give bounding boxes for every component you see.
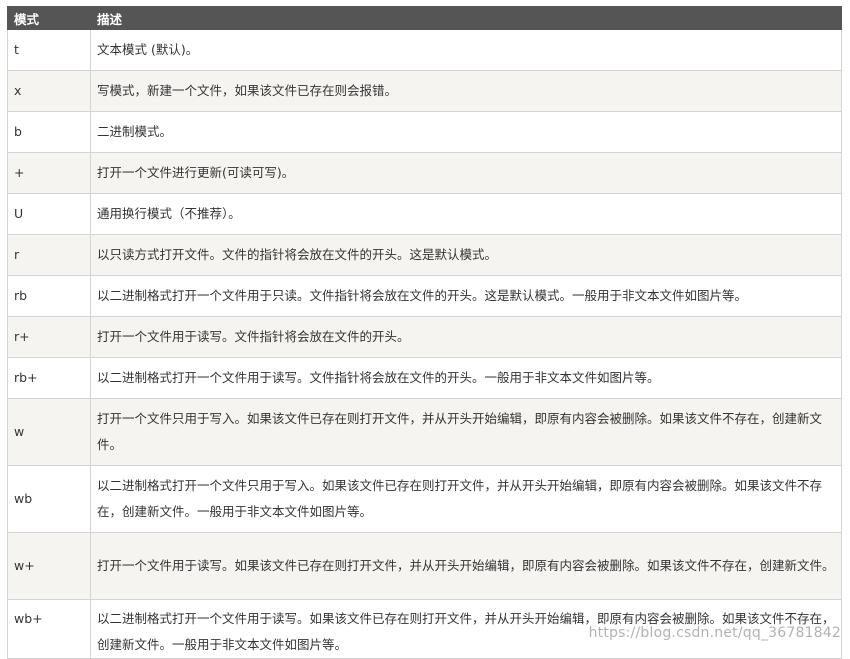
mode-cell: wb+ (7, 599, 91, 659)
description-cell: 二进制模式。 (90, 111, 842, 153)
mode-cell: w (7, 398, 91, 466)
mode-cell: r (7, 234, 91, 276)
description-cell: 打开一个文件只用于写入。如果该文件已存在则打开文件，并从开头开始编辑，即原有内容… (90, 398, 842, 466)
table-row: rb+ 以二进制格式打开一个文件用于读写。文件指针将会放在文件的开头。一般用于非… (7, 357, 842, 399)
table-body: t 文本模式 (默认)。 x 写模式，新建一个文件，如果该文件已存在则会报错。 … (7, 29, 842, 659)
file-mode-table: 模式 描述 t 文本模式 (默认)。 x 写模式，新建一个文件，如果该文件已存在… (7, 6, 842, 659)
description-cell: 打开一个文件进行更新(可读可写)。 (90, 152, 842, 194)
description-cell: 打开一个文件用于读写。文件指针将会放在文件的开头。 (90, 316, 842, 358)
description-cell: 以二进制格式打开一个文件用于只读。文件指针将会放在文件的开头。这是默认模式。一般… (90, 275, 842, 317)
table-row: w+ 打开一个文件用于读写。如果该文件已存在则打开文件，并从开头开始编辑，即原有… (7, 532, 842, 600)
table-row: r 以只读方式打开文件。文件的指针将会放在文件的开头。这是默认模式。 (7, 234, 842, 276)
mode-cell: + (7, 152, 91, 194)
table-row: + 打开一个文件进行更新(可读可写)。 (7, 152, 842, 194)
header-row: 模式 描述 (7, 6, 842, 30)
description-cell: 打开一个文件用于读写。如果该文件已存在则打开文件，并从开头开始编辑，即原有内容会… (90, 532, 842, 600)
table-header: 模式 描述 (7, 6, 842, 30)
description-cell: 以二进制格式打开一个文件只用于写入。如果该文件已存在则打开文件，并从开头开始编辑… (90, 465, 842, 533)
description-cell: 通用换行模式（不推荐）。 (90, 193, 842, 235)
description-cell: 以二进制格式打开一个文件用于读写。文件指针将会放在文件的开头。一般用于非文本文件… (90, 357, 842, 399)
table-row: rb 以二进制格式打开一个文件用于只读。文件指针将会放在文件的开头。这是默认模式… (7, 275, 842, 317)
description-cell: 以只读方式打开文件。文件的指针将会放在文件的开头。这是默认模式。 (90, 234, 842, 276)
description-cell: 写模式，新建一个文件，如果该文件已存在则会报错。 (90, 70, 842, 112)
header-mode: 模式 (7, 6, 91, 30)
table-row: w 打开一个文件只用于写入。如果该文件已存在则打开文件，并从开头开始编辑，即原有… (7, 398, 842, 466)
mode-cell: U (7, 193, 91, 235)
mode-cell: w+ (7, 532, 91, 600)
mode-cell: rb (7, 275, 91, 317)
table-row: b 二进制模式。 (7, 111, 842, 153)
table-row: U 通用换行模式（不推荐）。 (7, 193, 842, 235)
watermark-text: https://blog.csdn.net/qq_36781842 (588, 625, 841, 641)
table-row: wb 以二进制格式打开一个文件只用于写入。如果该文件已存在则打开文件，并从开头开… (7, 465, 842, 533)
mode-cell: x (7, 70, 91, 112)
mode-cell: b (7, 111, 91, 153)
table-row: x 写模式，新建一个文件，如果该文件已存在则会报错。 (7, 70, 842, 112)
file-mode-table-container: 模式 描述 t 文本模式 (默认)。 x 写模式，新建一个文件，如果该文件已存在… (7, 6, 842, 659)
mode-cell: rb+ (7, 357, 91, 399)
mode-cell: t (7, 29, 91, 71)
description-cell: 文本模式 (默认)。 (90, 29, 842, 71)
header-description: 描述 (90, 6, 842, 30)
table-row: t 文本模式 (默认)。 (7, 29, 842, 71)
mode-cell: r+ (7, 316, 91, 358)
mode-cell: wb (7, 465, 91, 533)
table-row: r+ 打开一个文件用于读写。文件指针将会放在文件的开头。 (7, 316, 842, 358)
